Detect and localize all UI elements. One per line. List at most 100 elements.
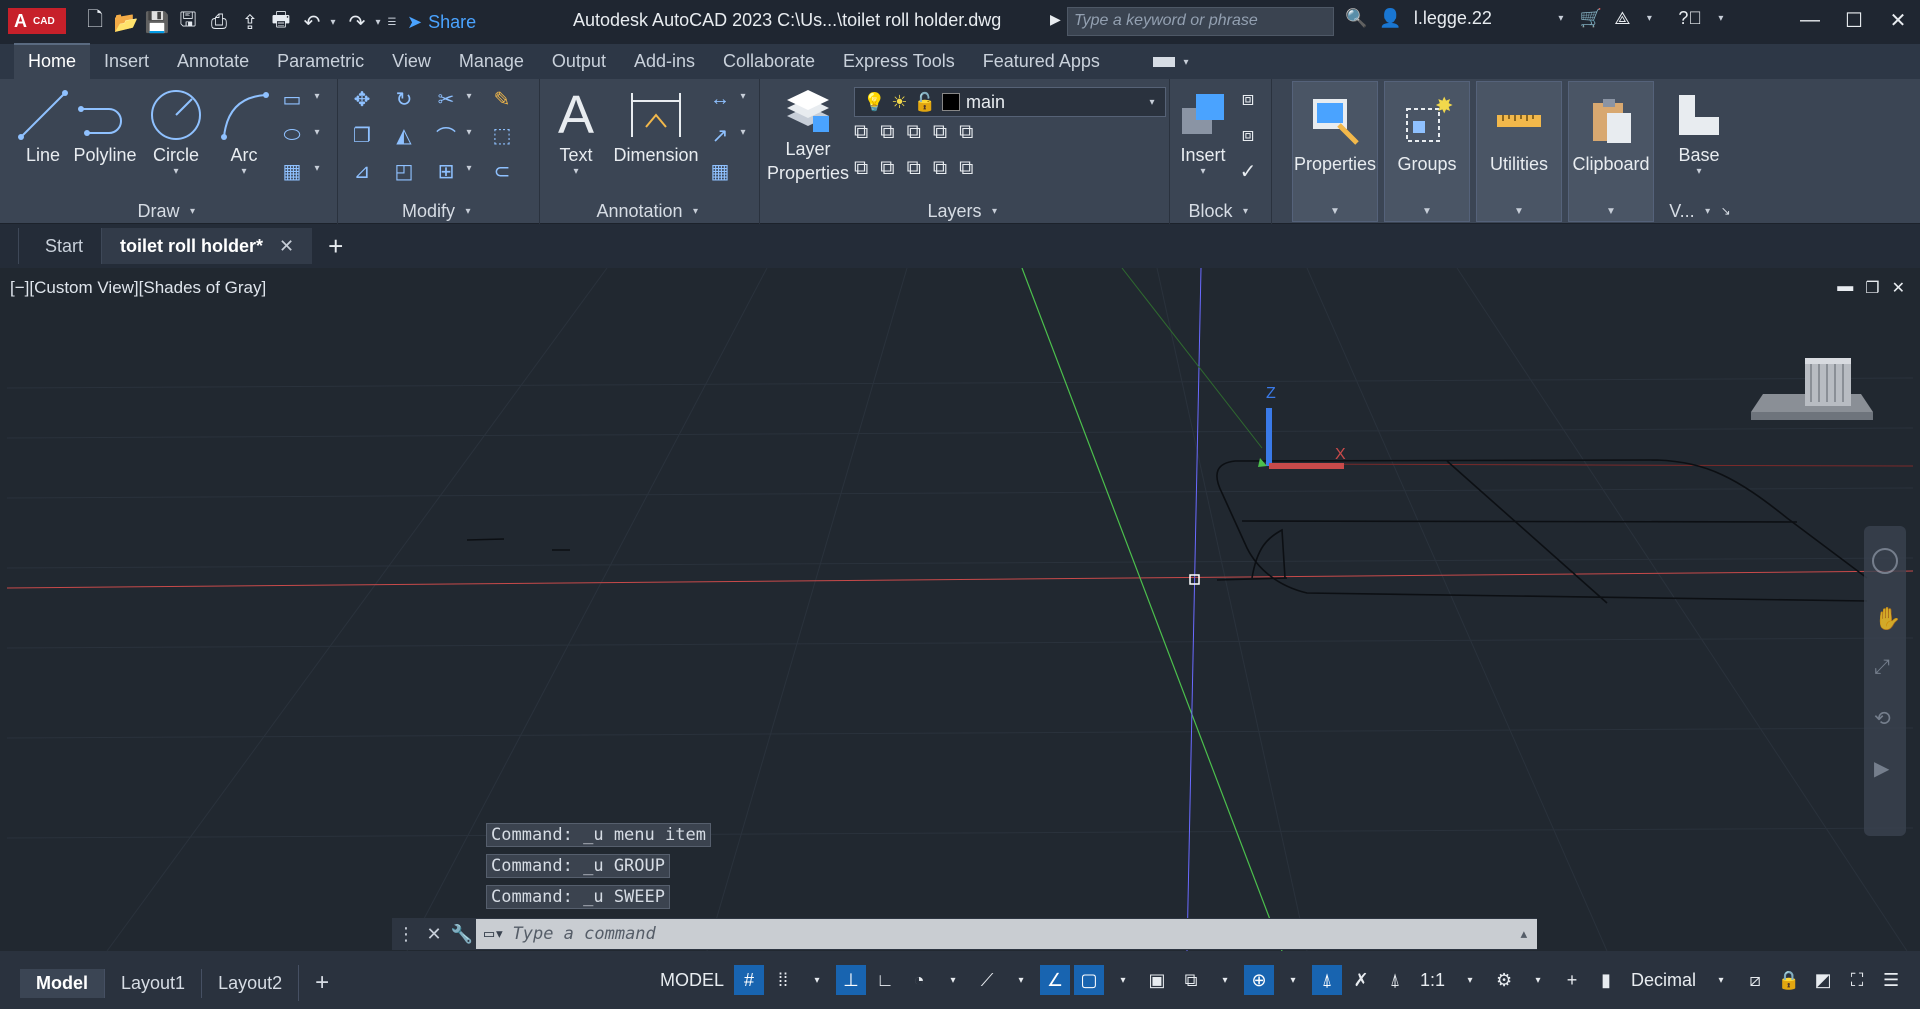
open-file-icon[interactable]: 📂 bbox=[112, 8, 140, 36]
trim-dropdown-icon[interactable]: ▾ bbox=[462, 91, 476, 102]
rectangle-icon[interactable]: ▭ bbox=[278, 85, 306, 113]
close-icon[interactable]: ✕ bbox=[1876, 0, 1920, 40]
annotation-panel-title[interactable]: Annotation ▾ bbox=[540, 198, 759, 224]
tab-layout2[interactable]: Layout2 bbox=[201, 968, 298, 998]
grid-display-icon[interactable]: # bbox=[734, 965, 765, 995]
recent-commands-icon[interactable]: ▭▾ bbox=[484, 924, 504, 944]
tab-insert[interactable]: Insert bbox=[90, 45, 163, 79]
undo-icon[interactable]: ↶ bbox=[298, 8, 326, 36]
new-tab-icon[interactable]: + bbox=[312, 231, 359, 262]
layer-lock-icon[interactable]: ⧉ bbox=[933, 121, 947, 144]
gradient-icon[interactable]: ▦ bbox=[278, 157, 306, 185]
insert-tool[interactable]: Insert ▾ bbox=[1174, 85, 1232, 177]
customization-menu-icon[interactable]: ☰ bbox=[1876, 965, 1906, 995]
groups-tile[interactable]: ✸ Groups ▼ bbox=[1384, 81, 1470, 222]
make-current-icon[interactable]: ⧉ bbox=[959, 121, 973, 144]
auto-scale-icon[interactable]: ✗ bbox=[1346, 965, 1376, 995]
ortho-mode-icon[interactable]: ∟ bbox=[870, 965, 900, 995]
text-dropdown-icon[interactable]: ▾ bbox=[569, 166, 583, 177]
layer-dropdown[interactable]: 💡 ☀ 🔓 main ▾ bbox=[854, 87, 1166, 117]
leader-icon[interactable]: ↗ bbox=[706, 121, 734, 149]
viewcube[interactable] bbox=[1749, 354, 1875, 434]
fillet-icon[interactable]: ⌒ bbox=[432, 121, 460, 149]
layer-unisolate-icon[interactable]: ⧉ bbox=[880, 157, 894, 180]
layer-off-icon[interactable]: ⧉ bbox=[854, 121, 868, 144]
linear-dimension-icon[interactable]: ↔ bbox=[706, 85, 734, 113]
maximize-icon[interactable]: ☐ bbox=[1832, 0, 1876, 40]
viewport-controls-label[interactable]: [−][Custom View][Shades of Gray] bbox=[10, 278, 266, 298]
workspace-dropdown-icon[interactable]: ▾ bbox=[1523, 965, 1553, 995]
application-menu-button[interactable]: A CAD bbox=[8, 8, 66, 34]
dimension-tool[interactable]: Dimension bbox=[610, 85, 702, 166]
orbit-icon[interactable]: ⟲ bbox=[1874, 706, 1891, 731]
transparency-icon[interactable]: ▣ bbox=[1142, 965, 1172, 995]
edit-block-icon[interactable]: ⧈ bbox=[1234, 121, 1262, 149]
annotation-visibility-icon[interactable]: ⍋ bbox=[1312, 965, 1343, 995]
selection-cycling-icon[interactable]: ⧉ bbox=[1176, 965, 1206, 995]
3d-snap-dropdown-icon[interactable]: ▾ bbox=[1278, 965, 1308, 995]
tab-annotate[interactable]: Annotate bbox=[163, 45, 263, 79]
graphics-performance-icon[interactable]: ◩ bbox=[1808, 965, 1838, 995]
tab-manage[interactable]: Manage bbox=[445, 45, 538, 79]
user-dropdown-icon[interactable]: ▾ bbox=[1554, 13, 1568, 24]
tab-toilet-roll-holder[interactable]: toilet roll holder* ✕ bbox=[101, 228, 313, 264]
create-block-icon[interactable]: ⧈ bbox=[1234, 85, 1262, 113]
command-input[interactable]: ▭▾ Type a command ▴ bbox=[476, 919, 1537, 949]
close-command-line-icon[interactable]: ✕ bbox=[420, 920, 448, 948]
base-dropdown-icon[interactable]: ▾ bbox=[1692, 166, 1706, 177]
annotation-scale-icon[interactable]: ⍋ bbox=[1380, 965, 1410, 995]
layers-panel-title[interactable]: Layers ▾ bbox=[760, 198, 1169, 224]
object-snap-dropdown-icon[interactable]: ▾ bbox=[1108, 965, 1138, 995]
tab-home[interactable]: Home bbox=[14, 43, 91, 79]
rotate-icon[interactable]: ↻ bbox=[390, 85, 418, 113]
save-as-icon[interactable]: 🖫 bbox=[174, 8, 202, 36]
search-icon[interactable]: 🔍 bbox=[1345, 8, 1367, 29]
linear-dimension-dropdown-icon[interactable]: ▾ bbox=[736, 91, 750, 102]
open-from-web-icon[interactable]: ⎙ bbox=[205, 8, 233, 36]
username[interactable]: l.legge.22 bbox=[1414, 8, 1492, 29]
text-tool[interactable]: A Text ▾ bbox=[546, 85, 606, 177]
snap-mode-icon[interactable]: ⁞⁞ bbox=[768, 965, 798, 995]
tab-model[interactable]: Model bbox=[20, 968, 104, 998]
circle-tool[interactable]: Circle ▾ bbox=[146, 85, 206, 177]
pan-icon[interactable]: ✋ bbox=[1874, 606, 1901, 632]
object-snap-tracking-icon[interactable]: ∠ bbox=[1040, 965, 1071, 995]
infer-constraints-icon[interactable]: ⊥ bbox=[836, 965, 867, 995]
isodraft-icon[interactable]: ⟋ bbox=[972, 965, 1002, 995]
customize-quick-access-icon[interactable]: ☰ bbox=[385, 17, 399, 28]
trim-icon[interactable]: ✂ bbox=[432, 85, 460, 113]
tab-parametric[interactable]: Parametric bbox=[263, 45, 378, 79]
layer-thaw-all-icon[interactable]: ⧉ bbox=[907, 157, 921, 180]
modify-panel-title[interactable]: Modify ▾ bbox=[338, 198, 539, 224]
tab-start[interactable]: Start bbox=[18, 228, 101, 264]
array-dropdown-icon[interactable]: ▾ bbox=[462, 163, 476, 174]
layer-isolate-icon[interactable]: ⧉ bbox=[880, 121, 894, 144]
offset-icon[interactable]: ⊂ bbox=[488, 157, 516, 185]
properties-tile[interactable]: Properties ▼ bbox=[1292, 81, 1378, 222]
title-expand-icon[interactable]: ▶ bbox=[1050, 11, 1061, 28]
tab-add-ins[interactable]: Add-ins bbox=[620, 45, 709, 79]
match-layer-icon[interactable]: ⧉ bbox=[959, 157, 973, 180]
layer-properties-tool[interactable]: Layer Properties bbox=[767, 85, 849, 185]
tab-layout1[interactable]: Layout1 bbox=[104, 968, 201, 998]
workspace-gear-icon[interactable]: ⚙ bbox=[1489, 965, 1519, 995]
hatch-dropdown-icon[interactable]: ▾ bbox=[310, 127, 324, 138]
app-dropdown-icon[interactable]: ▾ bbox=[1642, 13, 1656, 24]
plot-icon[interactable]: 🖶 bbox=[267, 8, 295, 36]
autodesk-app-icon[interactable]: ⟁ bbox=[1614, 8, 1630, 29]
close-doc-icon[interactable]: ✕ bbox=[279, 236, 294, 257]
viewport-close-icon[interactable]: ✕ bbox=[1892, 278, 1905, 298]
view-launcher-icon[interactable]: ↘ bbox=[1721, 204, 1731, 218]
gradient-dropdown-icon[interactable]: ▾ bbox=[310, 163, 324, 174]
help-dropdown-icon[interactable]: ▾ bbox=[1714, 13, 1728, 24]
help-icon[interactable]: ?⃝ bbox=[1678, 8, 1702, 29]
clipboard-tile[interactable]: Clipboard ▼ bbox=[1568, 81, 1654, 222]
arc-dropdown-icon[interactable]: ▾ bbox=[237, 166, 251, 177]
search-input[interactable]: Type a keyword or phrase bbox=[1067, 7, 1334, 36]
draw-panel-title[interactable]: Draw ▾ bbox=[0, 198, 337, 224]
quick-properties-icon[interactable]: ⧄ bbox=[1740, 965, 1770, 995]
showmotion-icon[interactable]: ▶ bbox=[1874, 756, 1889, 781]
tab-collaborate[interactable]: Collaborate bbox=[709, 45, 829, 79]
ribbon-minimize-toggle[interactable]: ▾ bbox=[1153, 54, 1193, 70]
annotation-monitor-icon[interactable]: + bbox=[1557, 965, 1587, 995]
